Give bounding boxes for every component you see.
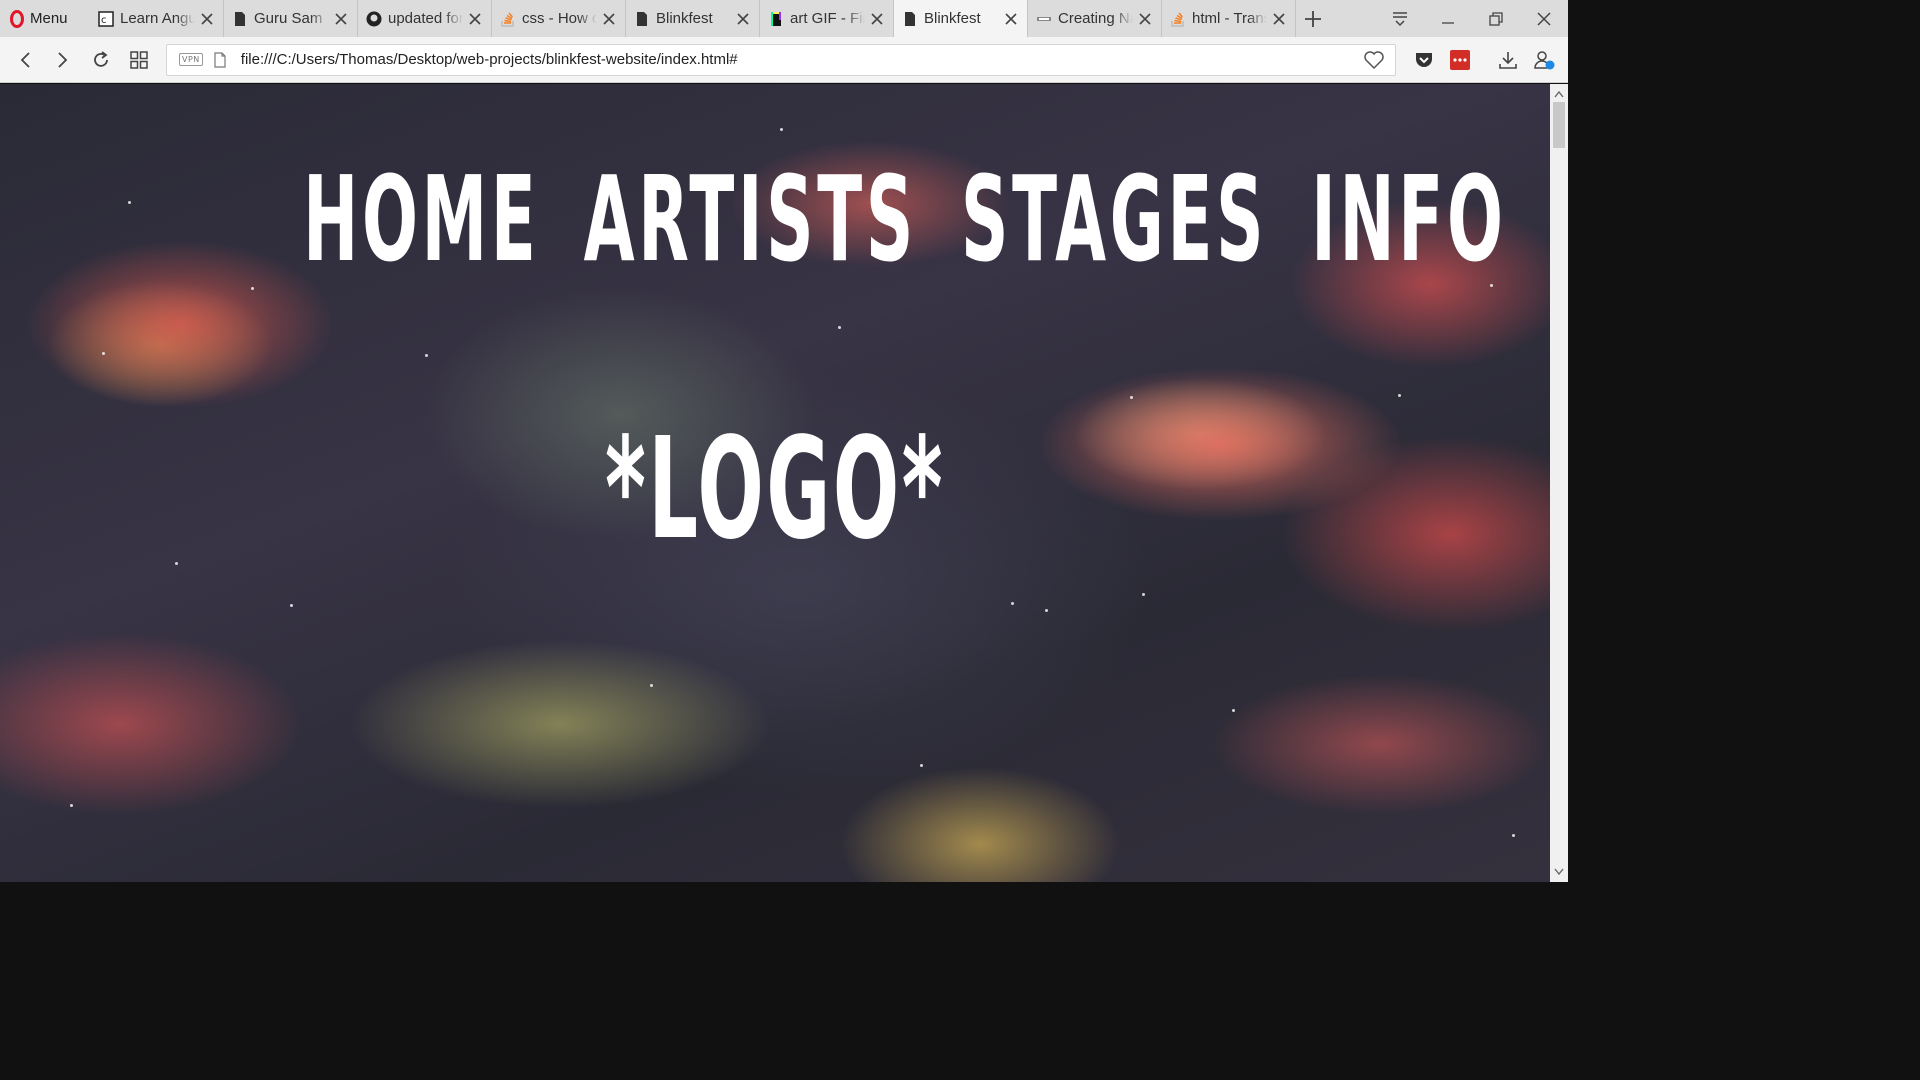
tab-title: art GIF - Find bbox=[790, 10, 865, 27]
tab-strip: Menu c Learn Angular Guru Sam updated fo… bbox=[0, 0, 1568, 37]
close-tab-icon[interactable] bbox=[601, 11, 617, 27]
svg-text:c: c bbox=[101, 15, 107, 26]
page-icon bbox=[634, 11, 650, 27]
account-button[interactable] bbox=[1526, 42, 1562, 78]
tab-title: Creating Nav bbox=[1058, 10, 1133, 27]
tab-title: html - Transp bbox=[1192, 10, 1267, 27]
close-window-button[interactable] bbox=[1520, 0, 1568, 37]
opera-menu-button[interactable]: Menu bbox=[0, 0, 90, 37]
minimize-button[interactable] bbox=[1424, 0, 1472, 37]
menu-label: Menu bbox=[30, 10, 68, 27]
close-tab-icon[interactable] bbox=[869, 11, 885, 27]
page-icon bbox=[232, 11, 248, 27]
tab-title: updated for bbox=[388, 10, 463, 27]
tab-active[interactable]: Blinkfest bbox=[894, 0, 1028, 37]
site-icon bbox=[1036, 11, 1052, 27]
bookmark-heart-icon[interactable] bbox=[1363, 49, 1385, 71]
lastpass-button[interactable] bbox=[1442, 42, 1478, 78]
page-info-icon[interactable] bbox=[213, 51, 227, 68]
tab[interactable]: art GIF - Find bbox=[760, 0, 894, 37]
nav-info-link[interactable]: INFO bbox=[1311, 150, 1506, 288]
tab[interactable]: Creating Nav bbox=[1028, 0, 1162, 37]
page-viewport: HOME ARTISTS STAGES INFO *LOGO* bbox=[0, 84, 1550, 882]
reload-icon bbox=[94, 50, 108, 67]
close-tab-icon[interactable] bbox=[1003, 11, 1019, 27]
close-icon bbox=[1537, 11, 1551, 26]
close-tab-icon[interactable] bbox=[1137, 11, 1153, 27]
close-tab-icon[interactable] bbox=[1271, 11, 1287, 27]
downloads-button[interactable] bbox=[1490, 42, 1526, 78]
download-icon bbox=[1499, 51, 1517, 69]
nav-artists-link[interactable]: ARTISTS bbox=[584, 150, 917, 288]
address-toolbar: VPN file:///C:/Users/Thomas/Desktop/web-… bbox=[0, 37, 1568, 83]
address-bar[interactable]: VPN file:///C:/Users/Thomas/Desktop/web-… bbox=[166, 43, 1396, 76]
lastpass-icon bbox=[1450, 49, 1470, 70]
nav-stages-link[interactable]: STAGES bbox=[961, 150, 1267, 288]
grid-icon bbox=[130, 50, 148, 69]
account-icon bbox=[1534, 50, 1555, 69]
tab[interactable]: c Learn Angular bbox=[90, 0, 224, 37]
close-tab-icon[interactable] bbox=[199, 11, 215, 27]
stackoverflow-icon bbox=[1170, 11, 1186, 27]
page-icon bbox=[902, 11, 918, 27]
tab[interactable]: css - How do bbox=[492, 0, 626, 37]
tab[interactable]: Blinkfest bbox=[626, 0, 760, 37]
pocket-button[interactable] bbox=[1406, 42, 1442, 78]
restore-icon bbox=[1489, 11, 1503, 26]
back-arrow-icon bbox=[20, 51, 30, 68]
pocket-icon bbox=[1416, 52, 1432, 67]
reload-button[interactable] bbox=[82, 41, 120, 79]
tab-menu-icon bbox=[1393, 11, 1407, 26]
stackoverflow-icon bbox=[500, 11, 516, 27]
close-tab-icon[interactable] bbox=[333, 11, 349, 27]
forward-button[interactable] bbox=[44, 41, 82, 79]
restore-button[interactable] bbox=[1472, 0, 1520, 37]
tab-title: Learn Angular bbox=[120, 10, 195, 27]
plus-icon bbox=[1305, 10, 1321, 27]
tab-title: Blinkfest bbox=[924, 10, 981, 27]
close-tab-icon[interactable] bbox=[467, 11, 483, 27]
url-text[interactable]: file:///C:/Users/Thomas/Desktop/web-proj… bbox=[241, 51, 1363, 68]
tab-title: css - How do bbox=[522, 10, 597, 27]
tab[interactable]: Guru Sam bbox=[224, 0, 358, 37]
forward-arrow-icon bbox=[58, 51, 68, 68]
scroll-up-icon[interactable] bbox=[1550, 86, 1568, 102]
page-scrollbar[interactable] bbox=[1550, 84, 1568, 882]
opera-logo-icon bbox=[10, 9, 24, 28]
giphy-icon bbox=[768, 11, 784, 27]
new-tab-button[interactable] bbox=[1296, 0, 1330, 37]
scroll-down-icon[interactable] bbox=[1550, 864, 1568, 880]
nav-home-link[interactable]: HOME bbox=[303, 150, 539, 288]
tab-title: Guru Sam bbox=[254, 10, 323, 27]
github-icon bbox=[366, 11, 382, 27]
tab[interactable]: updated for bbox=[358, 0, 492, 37]
tab-menu-button[interactable] bbox=[1376, 0, 1424, 37]
codecademy-icon: c bbox=[98, 10, 114, 27]
vpn-badge[interactable]: VPN bbox=[179, 53, 203, 66]
site-logo: *LOGO* bbox=[604, 408, 945, 571]
main-nav: HOME ARTISTS STAGES INFO bbox=[295, 160, 1503, 278]
speed-dial-button[interactable] bbox=[120, 41, 158, 79]
tab[interactable]: html - Transp bbox=[1162, 0, 1296, 37]
minimize-icon bbox=[1442, 21, 1454, 24]
close-tab-icon[interactable] bbox=[735, 11, 751, 27]
back-button[interactable] bbox=[6, 41, 44, 79]
toolbar-extensions bbox=[1406, 42, 1562, 78]
tab-title: Blinkfest bbox=[656, 10, 713, 27]
scrollbar-thumb[interactable] bbox=[1553, 102, 1565, 148]
window-controls bbox=[1376, 0, 1568, 37]
